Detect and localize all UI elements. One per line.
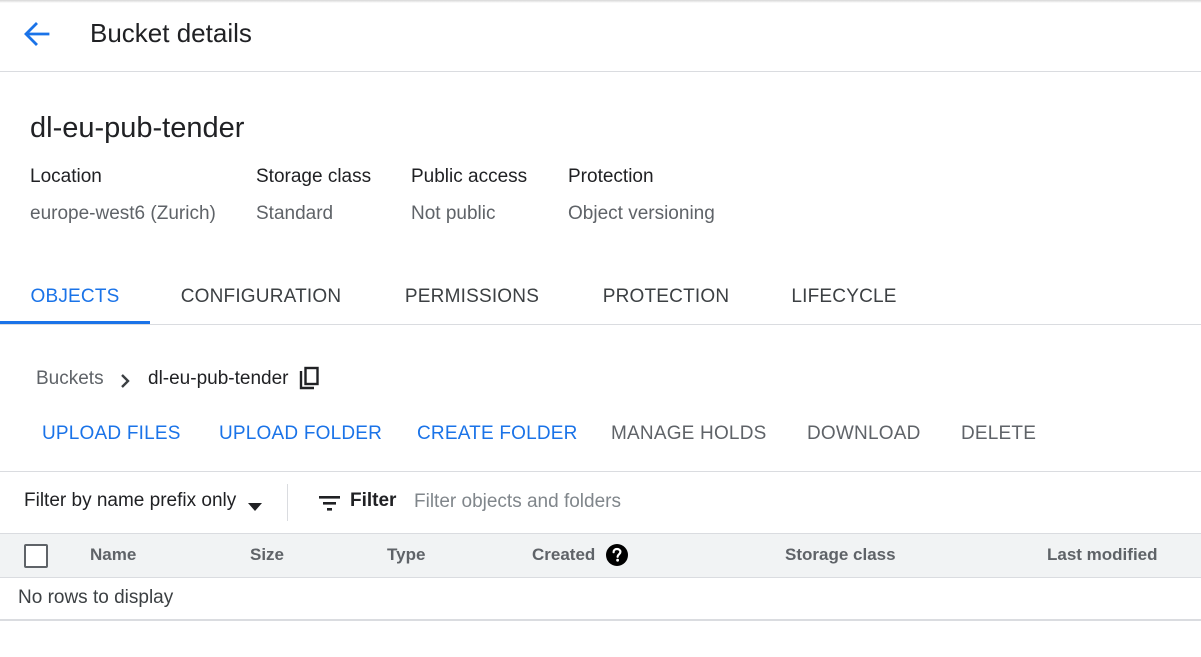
filter-mode-dropdown[interactable]: Filter by name prefix only	[24, 490, 236, 512]
column-header-name[interactable]: Name	[90, 545, 136, 565]
chevron-right-icon	[118, 370, 134, 392]
filter-label: Filter	[350, 490, 397, 511]
tab-bar: OBJECTS CONFIGURATION PERMISSIONS PROTEC…	[0, 276, 1201, 325]
upload-files-button[interactable]: UPLOAD FILES	[42, 423, 181, 445]
column-header-storage-class[interactable]: Storage class	[785, 545, 896, 565]
meta-value: Standard	[256, 203, 334, 224]
bucket-name: dl-eu-pub-tender	[30, 112, 245, 144]
filter-divider	[287, 484, 288, 521]
empty-state-text: No rows to display	[18, 587, 174, 608]
column-header-type[interactable]: Type	[387, 545, 425, 565]
meta-label: Protection	[568, 166, 654, 187]
meta-public-access: Public access Not public	[411, 166, 527, 225]
meta-value: Object versioning	[568, 203, 715, 224]
meta-label: Storage class	[256, 166, 372, 187]
meta-value: europe-west6 (Zurich)	[30, 203, 216, 224]
tab-lifecycle[interactable]: LIFECYCLE	[780, 276, 908, 321]
arrow-drop-down-icon[interactable]	[247, 499, 263, 511]
upload-folder-button[interactable]: UPLOAD FOLDER	[219, 423, 382, 445]
tab-permissions[interactable]: PERMISSIONS	[393, 276, 551, 321]
meta-location: Location europe-west6 (Zurich)	[30, 166, 216, 225]
page-header: Bucket details	[0, 0, 1201, 72]
tab-configuration[interactable]: CONFIGURATION	[170, 276, 352, 321]
help-icon[interactable]	[606, 544, 628, 566]
meta-value: Not public	[411, 203, 496, 224]
table-empty-row: No rows to display	[0, 577, 1201, 621]
column-header-created[interactable]: Created	[532, 545, 595, 565]
filter-bar: Filter by name prefix only Filter	[0, 471, 1201, 534]
column-header-size[interactable]: Size	[250, 545, 284, 565]
meta-protection: Protection Object versioning	[568, 166, 715, 225]
create-folder-button[interactable]: CREATE FOLDER	[417, 423, 578, 445]
meta-storage-class: Storage class Standard	[256, 166, 371, 225]
tab-objects[interactable]: OBJECTS	[0, 276, 150, 324]
meta-label: Public access	[411, 166, 528, 187]
manage-holds-button[interactable]: MANAGE HOLDS	[611, 423, 767, 445]
page-title: Bucket details	[90, 18, 252, 48]
column-header-last-modified[interactable]: Last modified	[1047, 545, 1158, 565]
breadcrumb-buckets-link[interactable]: Buckets	[36, 368, 104, 390]
delete-button[interactable]: DELETE	[961, 423, 1036, 445]
select-all-checkbox[interactable]	[24, 544, 48, 568]
arrow-back-icon[interactable]	[18, 18, 54, 50]
filter-input[interactable]	[412, 486, 936, 518]
table-header: Name Size Type Created Storage class Las…	[0, 533, 1201, 578]
download-button[interactable]: DOWNLOAD	[807, 423, 921, 445]
breadcrumb-current-bucket: dl-eu-pub-tender	[148, 368, 289, 389]
copy-icon[interactable]	[298, 366, 322, 392]
filter-list-icon	[318, 491, 342, 515]
tab-protection[interactable]: PROTECTION	[591, 276, 741, 321]
meta-label: Location	[30, 166, 102, 187]
